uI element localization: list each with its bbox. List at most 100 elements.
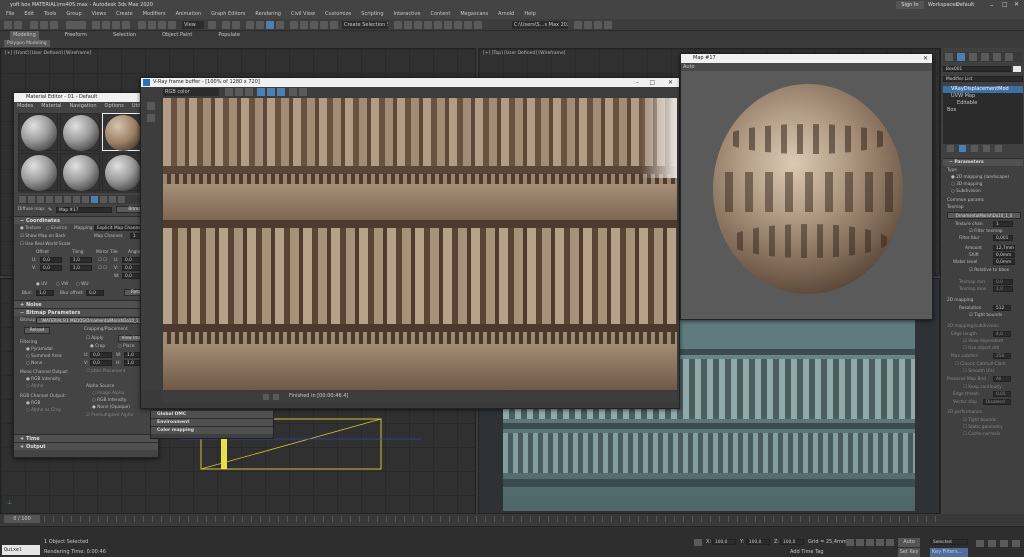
viewport-top-label[interactable]: [+] [Top] [User Defined] [Wireframe] <box>483 51 565 56</box>
vfb-alpha-icon[interactable] <box>289 88 297 96</box>
select-by-name-icon[interactable] <box>102 21 110 29</box>
menu-item-group[interactable]: Group <box>66 10 81 19</box>
vfb-load-icon[interactable] <box>235 88 243 96</box>
edit-named-selection-icon[interactable] <box>290 21 298 29</box>
set-key-button[interactable]: Set Key <box>898 548 920 557</box>
map-preview-title-bar[interactable]: Map #17 ✕ <box>681 54 932 63</box>
vfb-close-icon[interactable]: ✕ <box>668 78 673 87</box>
time-slider[interactable]: 0 / 100 <box>0 514 1024 524</box>
angle-snap-icon[interactable] <box>256 21 264 29</box>
filter-blur-field[interactable]: 0,001 <box>993 235 1013 241</box>
pick-material-icon[interactable]: ✎ <box>48 207 52 213</box>
blur-offset-field[interactable]: 0,0 <box>86 290 104 296</box>
water-level-field[interactable]: 0,0mm <box>993 259 1015 265</box>
map-preview-close-icon[interactable]: ✕ <box>923 54 928 63</box>
selection-filter-dropdown[interactable] <box>66 21 86 29</box>
material-editor-icon[interactable] <box>414 21 422 29</box>
apply-checkbox[interactable]: ☐ Apply <box>86 336 103 341</box>
material-editor-title-bar[interactable]: Material Editor - 01 - Default – ✕ <box>14 93 158 102</box>
vfb-title-bar[interactable]: V-Ray frame buffer - [100% of 1280 x 720… <box>141 78 679 87</box>
go-to-parent-icon[interactable] <box>109 196 116 203</box>
menu-item-animation[interactable]: Animation <box>176 10 202 19</box>
crop-radio[interactable]: ● Crop <box>90 344 105 349</box>
modifier-stack-item[interactable]: Editable <box>943 100 1023 107</box>
vfb-blue-channel-icon[interactable] <box>277 88 285 96</box>
me-menu-navigation[interactable]: Navigation <box>70 102 97 110</box>
menu-item-edit[interactable]: Edit <box>24 10 34 19</box>
key-filters-button[interactable]: Key Filters... <box>930 548 968 557</box>
assign-material-icon[interactable] <box>37 196 44 203</box>
y-coordinate-field[interactable]: 100,0 <box>746 539 770 545</box>
vfb-channel-dropdown[interactable]: RGB color <box>163 88 219 96</box>
smooth-uvs-checkbox[interactable]: ☐ Smooth UVs <box>963 369 995 374</box>
show-end-result-stack-icon[interactable] <box>959 145 966 152</box>
go-forward-sibling-icon[interactable] <box>118 196 125 203</box>
workspace-dropdown[interactable]: Default <box>956 0 974 10</box>
vfb-lens-effects-icon[interactable] <box>147 114 155 122</box>
texture-chan-field[interactable]: 1 <box>993 221 1013 227</box>
ribbon-tab-object-paint[interactable]: Object Paint <box>162 31 192 40</box>
alpha-none-radio[interactable]: ● None (Opaque) <box>92 405 130 410</box>
time-slider-thumb[interactable]: 0 / 100 <box>4 515 40 523</box>
shift-field[interactable]: 0,0mm <box>993 252 1015 258</box>
viewport-front-label[interactable]: [+] [Front] [User Defined] [Wireframe] <box>5 51 91 56</box>
v-mirror-tile-checkboxes[interactable]: ☐ ☐ <box>98 266 107 271</box>
render-activeshade-icon[interactable] <box>454 21 462 29</box>
sample-slot-6[interactable] <box>102 153 142 191</box>
render-setup-icon[interactable] <box>424 21 432 29</box>
toggle-layer-explorer-icon[interactable] <box>330 21 338 29</box>
material-id-icon[interactable] <box>82 196 89 203</box>
pan-icon[interactable] <box>1000 540 1008 547</box>
me-menu-options[interactable]: Options <box>105 102 124 110</box>
menu-item-civil-view[interactable]: Civil View <box>291 10 315 19</box>
vfb-maximize-icon[interactable]: □ <box>649 78 655 87</box>
alpha-as-gray-radio[interactable]: ○ Alpha as Gray <box>26 408 61 413</box>
max-subdivs-field[interactable]: 256 <box>993 353 1011 359</box>
jitter-placement-checkbox[interactable]: ☐ Jitter Placement <box>86 369 126 374</box>
mono-alpha-radio[interactable]: ○ Alpha <box>26 384 43 389</box>
add-time-tag-button[interactable]: Add Time Tag <box>790 549 824 555</box>
crop-u-field[interactable]: 0,0 <box>90 352 112 358</box>
menu-item-modifiers[interactable]: Modifiers <box>143 10 166 19</box>
pivot-center-icon[interactable] <box>208 21 216 29</box>
vfb-history-icon[interactable] <box>147 102 155 110</box>
put-material-icon[interactable] <box>28 196 35 203</box>
use-object-mtl-checkbox[interactable]: ☐ Use object mtl <box>963 346 999 351</box>
menu-item-tools[interactable]: Tools <box>44 10 56 19</box>
map-preview-dropdown[interactable]: Auto <box>683 63 695 71</box>
close-icon[interactable]: ✕ <box>1014 0 1019 10</box>
sample-slot-5[interactable] <box>60 153 100 191</box>
x-coordinate-field[interactable]: 100,0 <box>712 539 736 545</box>
snaps-toggle-icon[interactable] <box>246 21 254 29</box>
texmap-min-field[interactable]: 0,0 <box>993 279 1013 285</box>
texmap-button[interactable]: OrnamentalMorishDo10_1_0 <box>947 212 1021 219</box>
vfb-clear-icon[interactable] <box>245 88 253 96</box>
texture-radio[interactable]: ● Texture <box>20 226 41 231</box>
menu-item-rendering[interactable]: Rendering <box>255 10 281 19</box>
menu-item-graph-editors[interactable]: Graph Editors <box>211 10 245 19</box>
vray-framebuffer-icon[interactable] <box>604 21 612 29</box>
modifier-stack-item[interactable]: VRayDisplacementMod <box>943 86 1023 93</box>
wu-radio[interactable]: ○ WU <box>76 282 89 287</box>
show-map-in-viewport-icon[interactable] <box>91 196 98 203</box>
ribbon-tab-modeling[interactable]: Modeling <box>10 31 39 40</box>
me-menu-material[interactable]: Material <box>41 102 61 110</box>
vfb-green-channel-icon[interactable] <box>267 88 275 96</box>
object-name-field[interactable]: Box001 <box>943 66 1011 72</box>
placement-icon[interactable] <box>168 21 176 29</box>
minimize-icon[interactable]: – <box>990 0 994 10</box>
put-to-library-icon[interactable] <box>73 196 80 203</box>
ribbon-tab-freeform[interactable]: Freeform <box>65 31 87 40</box>
vray-icon[interactable] <box>584 21 592 29</box>
vfb-stop-icon[interactable] <box>273 394 279 400</box>
sample-slot-4[interactable] <box>18 153 58 191</box>
uv-radio[interactable]: ● UV <box>36 282 47 287</box>
play-icon[interactable] <box>866 539 874 546</box>
alpha-image-radio[interactable]: ○ Image Alpha <box>92 391 124 396</box>
mono-rgb-intensity-radio[interactable]: ● RGB Intensity <box>26 377 60 382</box>
menu-item-megascans[interactable]: Megascans <box>460 10 488 19</box>
perf-cache-normals-checkbox[interactable]: ☐ Cache normals <box>963 432 1000 437</box>
color-mapping-rollout[interactable]: Color mapping <box>151 426 273 434</box>
move-icon[interactable] <box>138 21 146 29</box>
auto-key-button[interactable]: Auto Key <box>898 538 920 554</box>
